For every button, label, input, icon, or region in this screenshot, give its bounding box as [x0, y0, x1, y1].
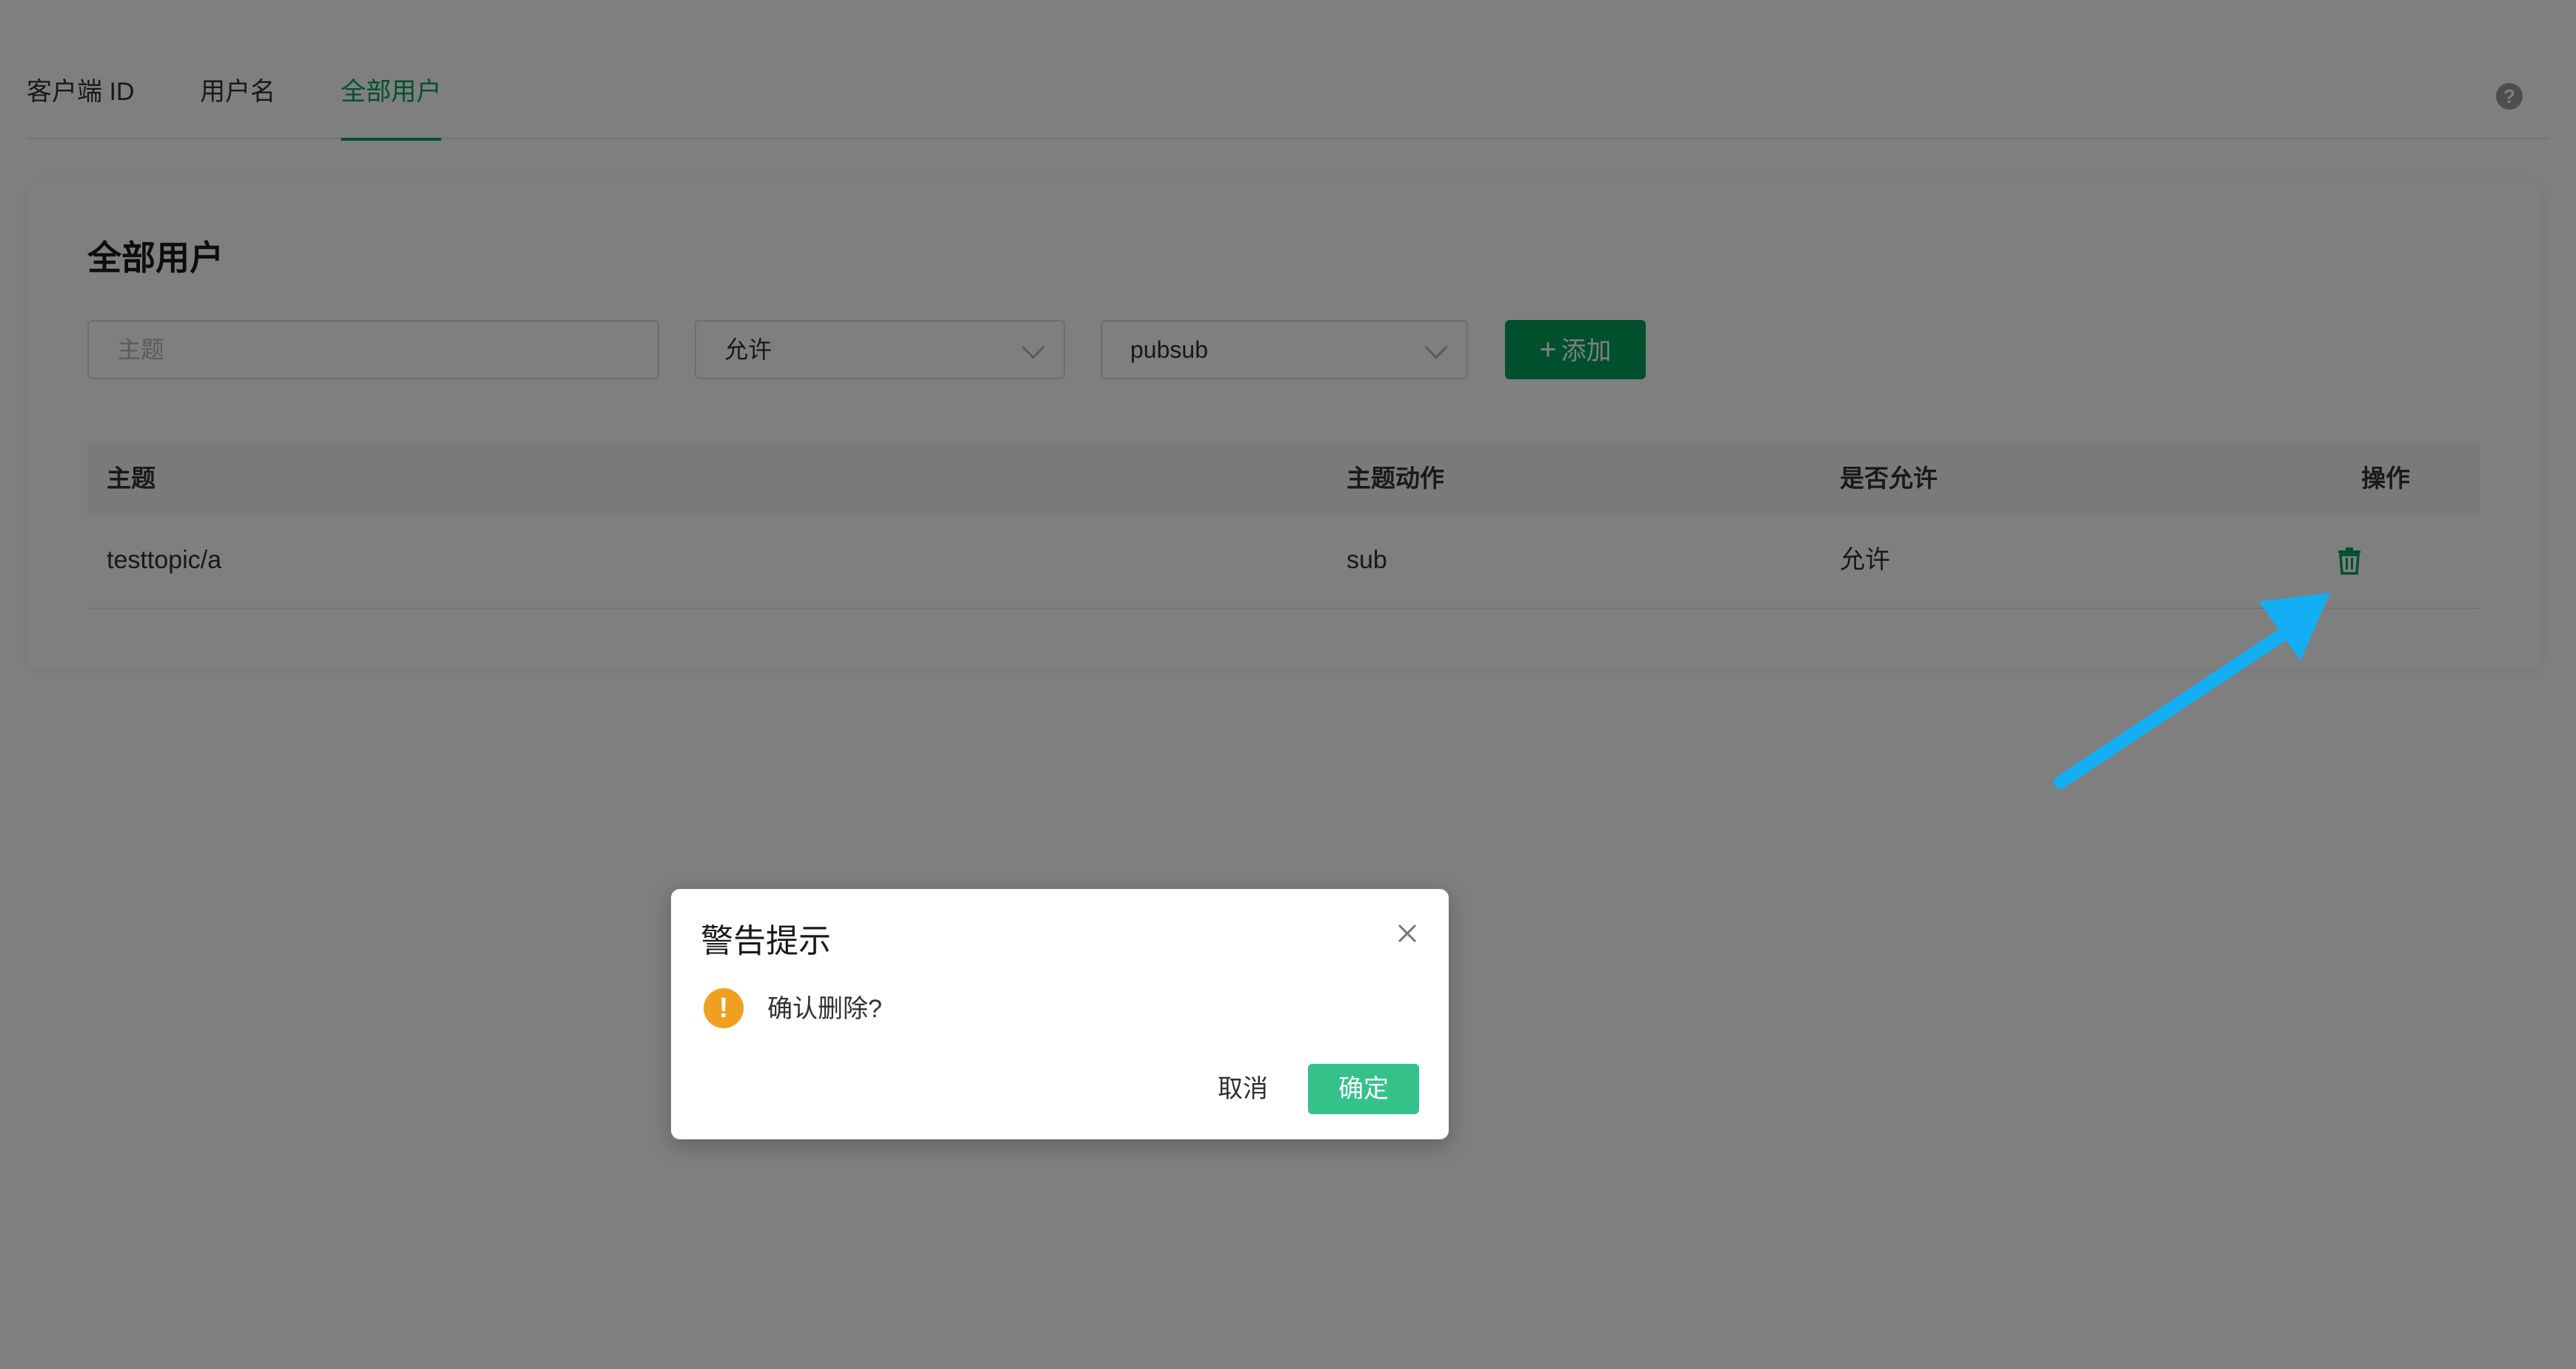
dialog-title: 警告提示	[701, 923, 831, 959]
app-root: 客户端 ID 用户名 全部用户 ? 全部用户 主题 允许 pubsub +添加 …	[0, 0, 2576, 1369]
cancel-button[interactable]: 取消	[1198, 1064, 1287, 1114]
confirm-delete-dialog: 警告提示 ! 确认删除? 取消 确定	[671, 889, 1449, 1139]
warning-icon: !	[704, 988, 744, 1028]
modal-mask[interactable]	[0, 0, 2576, 1369]
confirm-button[interactable]: 确定	[1308, 1064, 1419, 1114]
dialog-message: 确认删除?	[767, 995, 882, 1023]
close-icon[interactable]	[1394, 920, 1421, 947]
